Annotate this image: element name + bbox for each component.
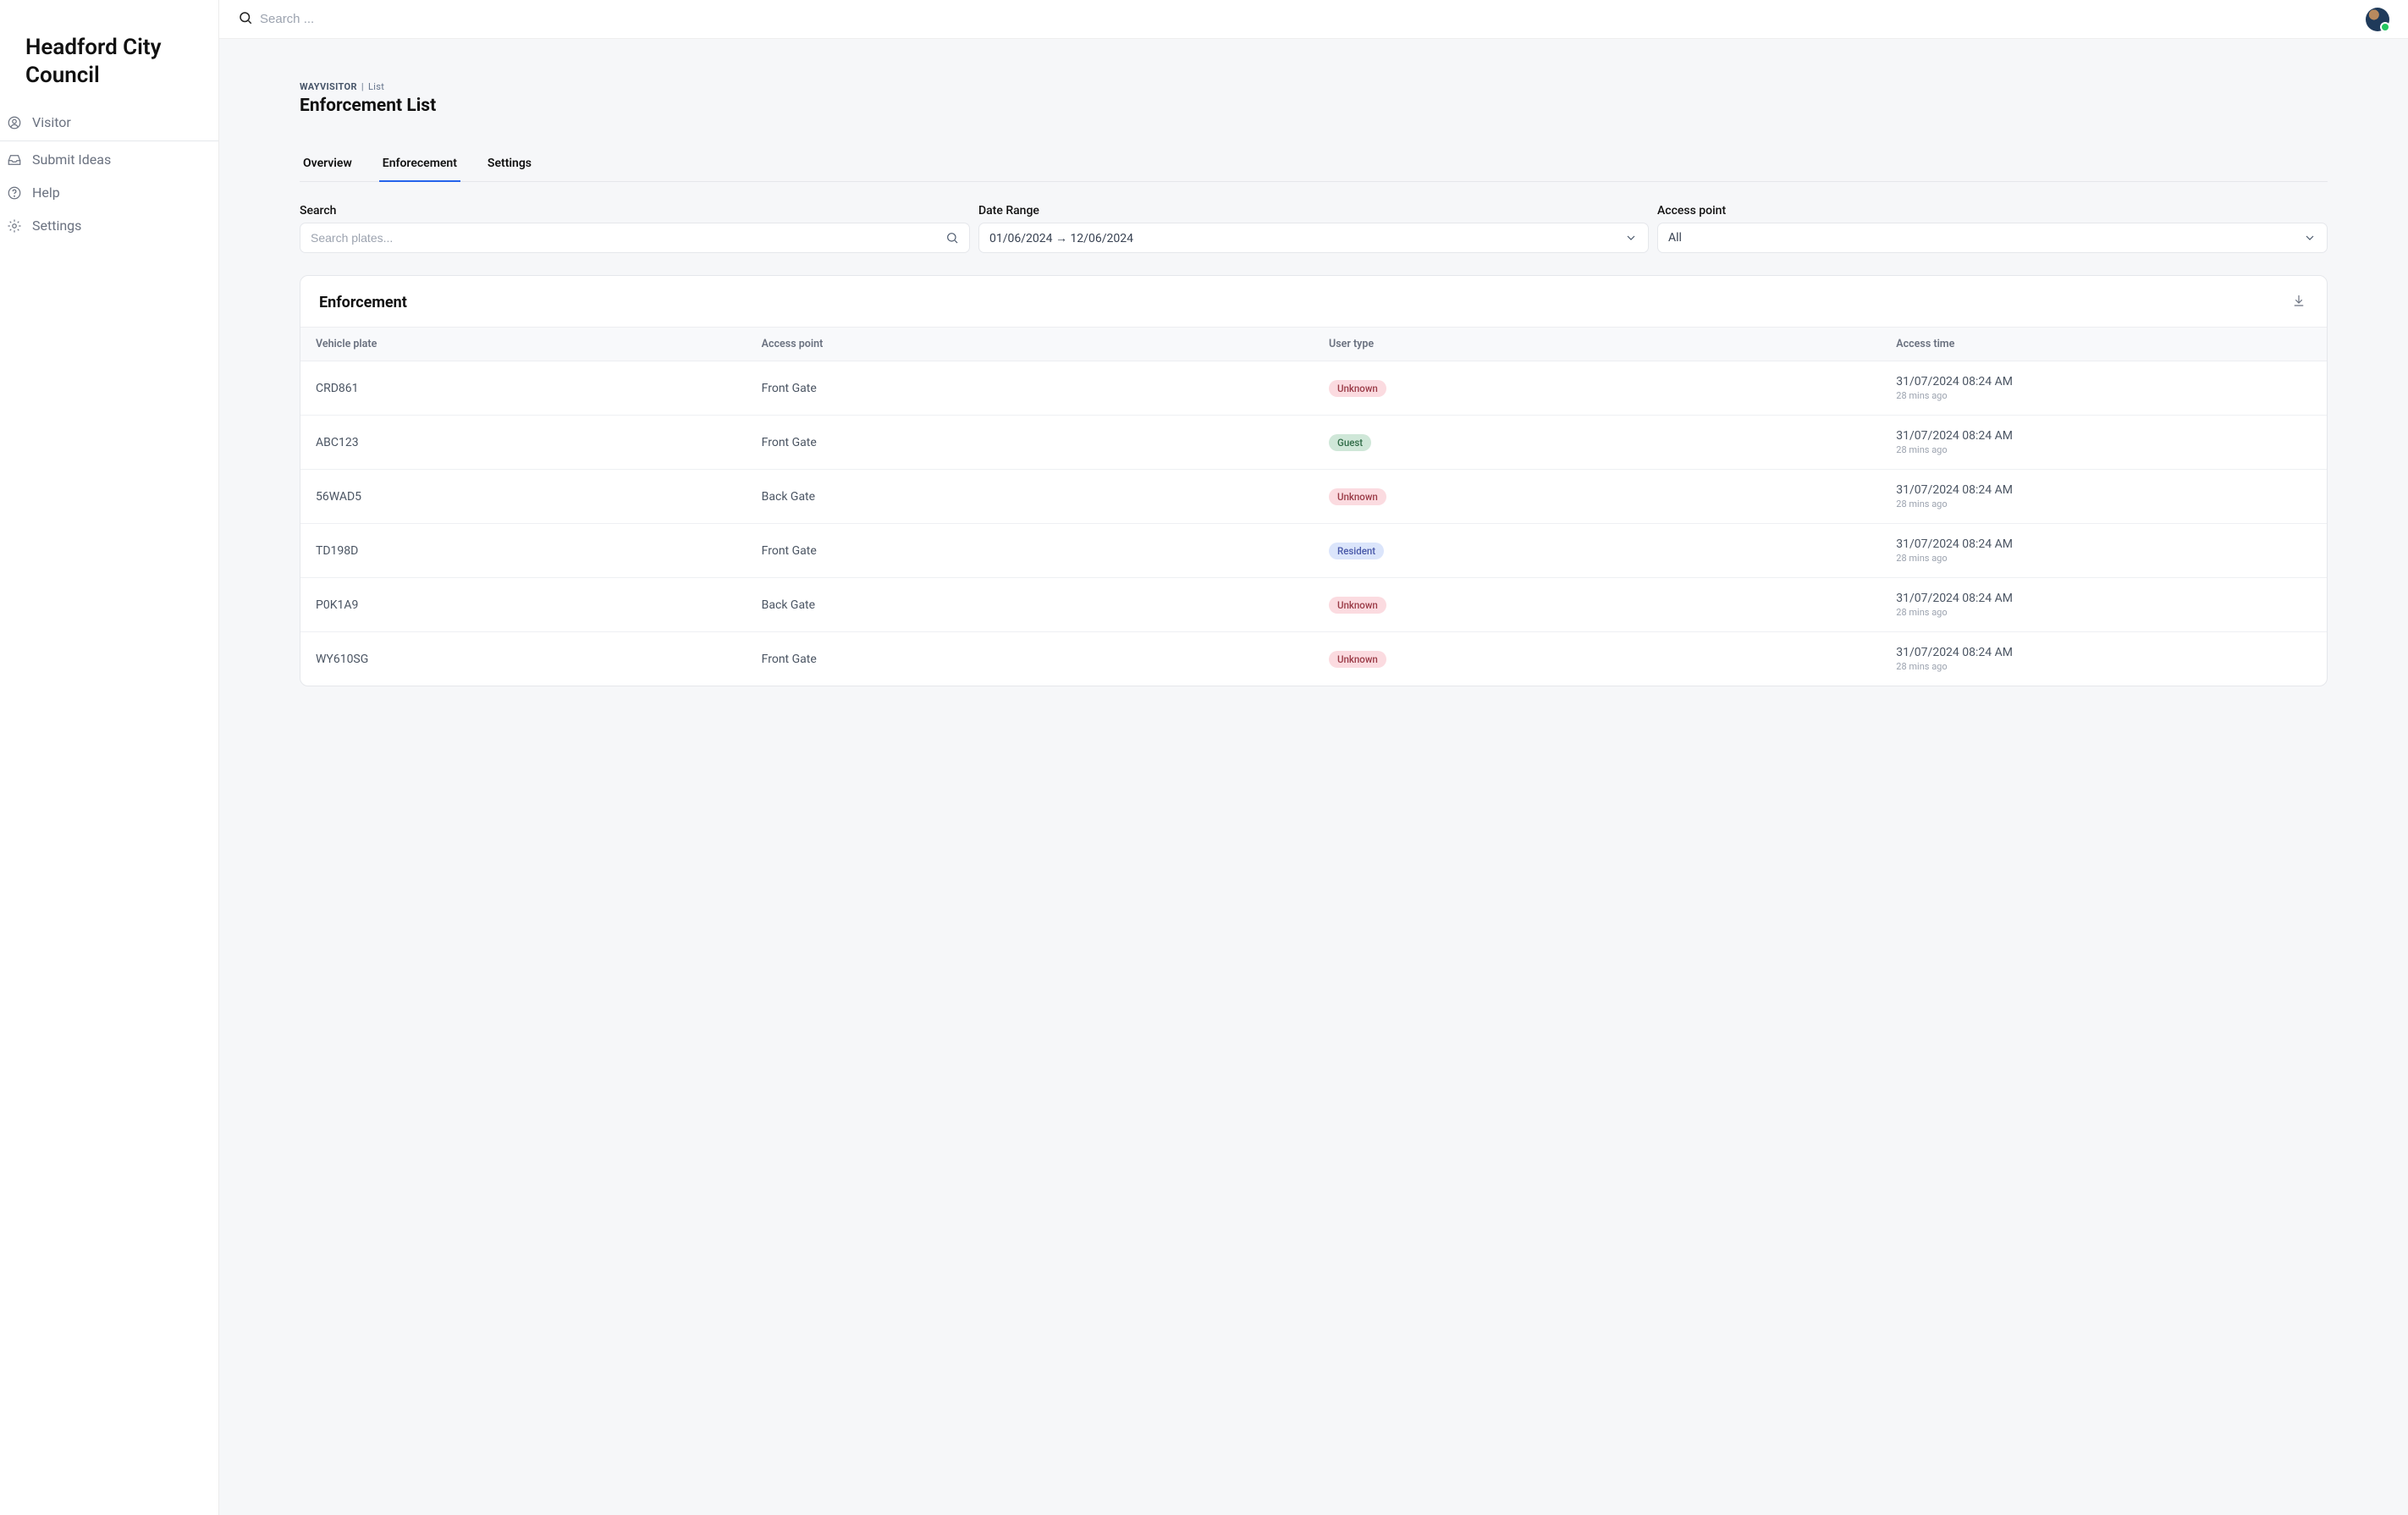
chevron-down-icon [1624, 231, 1638, 245]
cell-access-point: Front Gate [747, 361, 1314, 416]
cell-access-point: Front Gate [747, 416, 1314, 470]
column-header-user[interactable]: User type [1314, 328, 1881, 361]
access-time-relative: 28 mins ago [1896, 553, 2312, 564]
filter-daterange-value: 01/06/2024 → 12/06/2024 [989, 231, 1133, 245]
cell-user-type: Unknown [1314, 470, 1881, 524]
status-badge: Unknown [1329, 488, 1386, 505]
filters: Search Date Range 01/06/2024 → 12/06/202… [300, 204, 2328, 253]
help-icon [7, 185, 22, 201]
sidebar: Headford City Council Visitor Submit Ide… [0, 0, 218, 1515]
cell-plate: CRD861 [300, 361, 747, 416]
access-time-value: 31/07/2024 08:24 AM [1896, 429, 2312, 443]
sidebar-item-submit-ideas[interactable]: Submit Ideas [0, 143, 218, 176]
sidebar-nav: Visitor Submit Ideas Help Settings [0, 106, 218, 242]
access-time-value: 31/07/2024 08:24 AM [1896, 592, 2312, 605]
cell-plate: 56WAD5 [300, 470, 747, 524]
cell-access-point: Front Gate [747, 632, 1314, 686]
cell-access-time: 31/07/2024 08:24 AM 28 mins ago [1881, 524, 2327, 578]
column-header-access[interactable]: Access point [747, 328, 1314, 361]
cell-access-time: 31/07/2024 08:24 AM 28 mins ago [1881, 578, 2327, 632]
cell-user-type: Guest [1314, 416, 1881, 470]
cell-user-type: Resident [1314, 524, 1881, 578]
access-time-relative: 28 mins ago [1896, 607, 2312, 618]
gear-icon [7, 218, 22, 234]
avatar[interactable] [2366, 8, 2389, 31]
sidebar-item-settings[interactable]: Settings [0, 209, 218, 242]
enforcement-card: Enforcement Vehicle plate Access point U… [300, 275, 2328, 686]
filter-accesspoint-label: Access point [1657, 204, 2328, 218]
filter-accesspoint-control[interactable]: All [1657, 223, 2328, 253]
tabs: Overview Enforecement Settings [300, 148, 2328, 182]
chevron-down-icon [2303, 231, 2317, 245]
page-title: Enforcement List [300, 96, 2328, 116]
user-circle-icon [7, 115, 22, 130]
sidebar-item-help[interactable]: Help [0, 176, 218, 209]
filter-daterange-label: Date Range [978, 204, 1649, 218]
status-badge: Guest [1329, 434, 1371, 451]
filter-accesspoint-value: All [1668, 231, 1682, 245]
cell-plate: ABC123 [300, 416, 747, 470]
filter-search-input[interactable] [311, 231, 939, 245]
global-search-input[interactable] [260, 12, 514, 26]
download-button[interactable] [2290, 293, 2308, 311]
filter-search-label: Search [300, 204, 970, 218]
access-time-value: 31/07/2024 08:24 AM [1896, 375, 2312, 388]
cell-access-point: Back Gate [747, 578, 1314, 632]
cell-user-type: Unknown [1314, 578, 1881, 632]
table-row[interactable]: TD198DFront Gate Resident 31/07/2024 08:24… [300, 524, 2327, 578]
access-time-relative: 28 mins ago [1896, 499, 2312, 510]
sidebar-item-label: Settings [32, 218, 81, 234]
tab-overview[interactable]: Overview [300, 148, 355, 182]
cell-access-point: Back Gate [747, 470, 1314, 524]
table-row[interactable]: P0K1A9Back Gate Unknown 31/07/2024 08:24 A… [300, 578, 2327, 632]
table-row[interactable]: CRD861Front Gate Unknown 31/07/2024 08:24 … [300, 361, 2327, 416]
cell-plate: WY610SG [300, 632, 747, 686]
breadcrumb-root[interactable]: WAYVISITOR [300, 81, 357, 92]
cell-access-time: 31/07/2024 08:24 AM 28 mins ago [1881, 470, 2327, 524]
cell-access-time: 31/07/2024 08:24 AM 28 mins ago [1881, 632, 2327, 686]
download-icon [2291, 293, 2306, 311]
cell-user-type: Unknown [1314, 361, 1881, 416]
app-title: Headford City Council [0, 34, 218, 106]
filter-search-control[interactable] [300, 223, 970, 253]
tab-enforcement[interactable]: Enforecement [379, 148, 460, 182]
inbox-icon [7, 152, 22, 168]
status-badge: Unknown [1329, 380, 1386, 397]
sidebar-item-visitor[interactable]: Visitor [0, 106, 218, 141]
access-time-value: 31/07/2024 08:24 AM [1896, 537, 2312, 551]
filter-daterange-control[interactable]: 01/06/2024 → 12/06/2024 [978, 223, 1649, 253]
access-time-value: 31/07/2024 08:24 AM [1896, 483, 2312, 497]
breadcrumb-leaf: List [368, 81, 384, 92]
status-badge: Unknown [1329, 597, 1386, 614]
search-icon [238, 10, 253, 29]
tab-settings[interactable]: Settings [484, 148, 535, 182]
cell-access-time: 31/07/2024 08:24 AM28 mins ago [1881, 416, 2327, 470]
status-badge: Resident [1329, 543, 1384, 559]
access-time-value: 31/07/2024 08:24 AM [1896, 646, 2312, 659]
search-icon [945, 231, 959, 245]
cell-plate: TD198D [300, 524, 747, 578]
column-header-plate[interactable]: Vehicle plate [300, 328, 747, 361]
access-time-relative: 28 mins ago [1896, 390, 2312, 401]
cell-plate: P0K1A9 [300, 578, 747, 632]
cell-user-type: Unknown [1314, 632, 1881, 686]
sidebar-item-label: Visitor [32, 114, 71, 130]
table-row[interactable]: 56WAD5Back Gate Unknown 31/07/2024 08:24 A… [300, 470, 2327, 524]
status-badge: Unknown [1329, 651, 1386, 668]
breadcrumb: WAYVISITOR | List [300, 81, 2328, 92]
topbar [219, 0, 2408, 39]
table-row[interactable]: WY610SGFront Gate Unknown 31/07/2024 08:24… [300, 632, 2327, 686]
breadcrumb-separator: | [361, 81, 364, 92]
table-title: Enforcement [319, 294, 407, 311]
sidebar-item-label: Help [32, 185, 60, 201]
column-header-time[interactable]: Access time [1881, 328, 2327, 361]
cell-access-point: Front Gate [747, 524, 1314, 578]
cell-access-time: 31/07/2024 08:24 AM 28 mins ago [1881, 361, 2327, 416]
table-row[interactable]: ABC123Front Gate Guest 31/07/2024 08:24 AM… [300, 416, 2327, 470]
sidebar-item-label: Submit Ideas [32, 152, 111, 168]
access-time-relative: 28 mins ago [1896, 444, 2312, 455]
enforcement-table: Vehicle plate Access point User type Acc… [300, 327, 2327, 686]
access-time-relative: 28 mins ago [1896, 661, 2312, 672]
